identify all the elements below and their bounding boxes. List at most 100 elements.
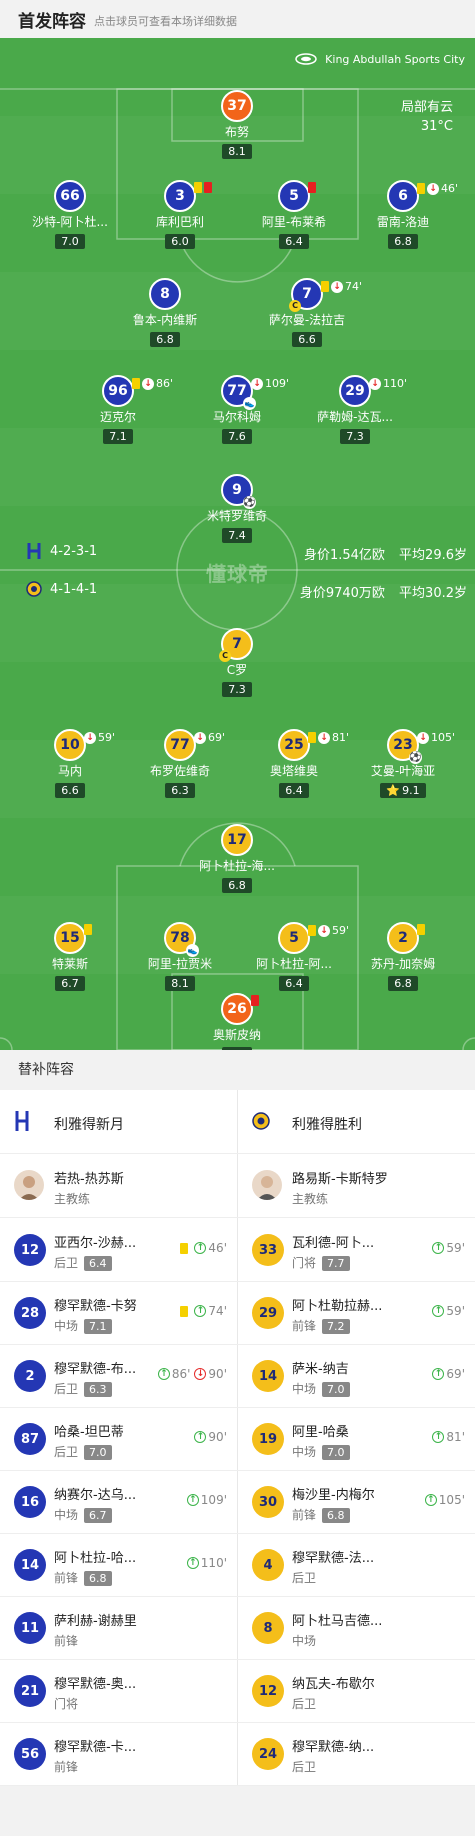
player-rating: ⭐ 9.1 bbox=[380, 783, 426, 798]
player-name: 穆罕默德-法... bbox=[292, 1551, 375, 1566]
player-number: 78 👟 bbox=[164, 922, 199, 957]
player-home[interactable]: 37 布努 8.1 bbox=[177, 90, 297, 159]
bench-player-away[interactable]: 8 阿卜杜马吉德... 中场 bbox=[238, 1596, 475, 1660]
bench-player-home[interactable]: 87 哈桑-坦巴蒂 后卫 7.0 ↑ 90' bbox=[0, 1407, 237, 1471]
bench-player-home[interactable]: 2 穆罕默德-布... 后卫 6.3 ↑ 86' ↓ 90' bbox=[0, 1344, 237, 1408]
bench-player-home[interactable]: 56 穆罕默德-卡... 前锋 bbox=[0, 1722, 237, 1786]
player-events bbox=[417, 924, 427, 935]
player-rating: 6.6 bbox=[55, 783, 85, 798]
player-away[interactable]: 5 ↓ 59' 阿卜杜拉-阿... 6.4 bbox=[234, 922, 354, 991]
player-events: ↑ 86' ↓ 90' bbox=[154, 1367, 227, 1381]
event: ↑ 81' bbox=[432, 1430, 465, 1444]
home-coach-name: 若热-热苏斯 bbox=[54, 1172, 124, 1187]
player-home[interactable]: 9 ⚽ 米特罗维奇 7.4 bbox=[177, 474, 297, 543]
player-rating: 8.1 bbox=[222, 144, 252, 159]
player-rating: 6.3 bbox=[84, 1382, 112, 1397]
player-position: 前锋 7.2 bbox=[292, 1317, 350, 1334]
player-name: 雷南-洛迪 bbox=[376, 215, 430, 229]
bench-player-home[interactable]: 14 阿卜杜拉-哈... 前锋 6.8 ↑ 110' bbox=[0, 1533, 237, 1597]
event bbox=[180, 1305, 190, 1317]
player-home[interactable]: 3 库利巴利 6.0 bbox=[120, 180, 240, 249]
player-away[interactable]: 77 ↓ 69' 布罗佐维奇 6.3 bbox=[120, 729, 240, 798]
home-team-info: 4-2-3-1 身价1.54亿欧 平均29.6岁 bbox=[0, 540, 475, 564]
bench-row: 11 萨利赫-谢赫里 前锋 8 阿卜杜马吉德... 中场 bbox=[0, 1596, 475, 1660]
player-away[interactable]: 7 C C罗 7.3 bbox=[177, 628, 297, 697]
home-team-header[interactable]: 利雅得新月 bbox=[0, 1090, 237, 1154]
player-name: 奥塔维奥 bbox=[269, 764, 318, 778]
sub-in-icon: ↑ bbox=[194, 1305, 207, 1317]
event-time: 109' bbox=[200, 1493, 227, 1507]
player-home[interactable]: 29 ↓ 110' 萨勒姆-达瓦... 7.3 bbox=[295, 375, 415, 444]
player-home[interactable]: 8 鲁本-内维斯 6.8 bbox=[105, 278, 225, 347]
player-away[interactable]: 23 ⚽ ↓ 105' 艾曼-叶海亚 ⭐ 9.1 bbox=[343, 729, 463, 798]
bench-player-home[interactable]: 21 穆罕默德-奥... 门将 bbox=[0, 1659, 237, 1723]
event: ↑ 109' bbox=[186, 1493, 227, 1507]
sub-in-icon: ↑ bbox=[194, 1242, 207, 1254]
player-number: 4 bbox=[252, 1549, 284, 1581]
player-number: 56 bbox=[14, 1738, 46, 1770]
position-text: 后卫 bbox=[54, 1256, 79, 1270]
away-team-header[interactable]: 利雅得胜利 bbox=[238, 1090, 475, 1154]
stadium-icon bbox=[295, 53, 317, 65]
player-events bbox=[251, 995, 261, 1006]
bench-player-away[interactable]: 4 穆罕默德-法... 后卫 bbox=[238, 1533, 475, 1597]
rating-value: 7.1 bbox=[109, 430, 127, 443]
player-away[interactable]: 26奥斯皮纳5.4 bbox=[177, 993, 297, 1050]
player-number: 7C bbox=[219, 628, 253, 662]
away-coach[interactable]: 路易斯-卡斯特罗 主教练 bbox=[238, 1154, 475, 1218]
event: ↑ 86' bbox=[157, 1367, 190, 1381]
bench-player-away[interactable]: 19 阿里-哈桑 中场 7.0 ↑ 81' bbox=[238, 1407, 475, 1471]
player-position: 门将 bbox=[54, 1695, 78, 1712]
player-away[interactable]: 2 苏丹-加奈姆 6.8 bbox=[343, 922, 463, 991]
player-home[interactable]: 7 C ↓ 74' 萨尔曼-法拉吉 6.6 bbox=[247, 278, 367, 347]
player-home[interactable]: 66 沙特-阿卜杜... 7.0 bbox=[10, 180, 130, 249]
player-number: 17 bbox=[221, 824, 253, 856]
bench-player-home[interactable]: 11 萨利赫-谢赫里 前锋 bbox=[0, 1596, 237, 1660]
player-number: 37 bbox=[221, 90, 253, 122]
player-away[interactable]: 17 阿卜杜拉-海... 6.8 bbox=[177, 824, 297, 893]
sub-in-icon: ↑ bbox=[157, 1368, 170, 1380]
player-away[interactable]: 10 ↓ 59' 马内 6.6 bbox=[10, 729, 130, 798]
player-name: 穆罕默德-纳... bbox=[292, 1740, 375, 1755]
bench-player-home[interactable]: 12 亚西尔-沙赫... 后卫 6.4 ↑ 46' bbox=[0, 1218, 237, 1282]
home-coach[interactable]: 若热-热苏斯 主教练 bbox=[0, 1154, 237, 1218]
sub-out-time: 59' bbox=[98, 731, 116, 744]
player-home[interactable]: 96 ↓ 86' 迈克尔 7.1 bbox=[58, 375, 178, 444]
star-icon: ⭐ bbox=[386, 784, 401, 797]
player-away[interactable]: 78 👟 阿里-拉贾米 8.1 bbox=[120, 922, 240, 991]
red-card-icon bbox=[308, 182, 316, 193]
player-away[interactable]: 25 ↓ 81' 奥塔维奥 6.4 bbox=[234, 729, 354, 798]
bench-player-away[interactable]: 33 瓦利德-阿卜... 门将 7.7 ↑ 59' bbox=[238, 1218, 475, 1282]
player-rating: 7.3 bbox=[222, 682, 252, 697]
position-text: 前锋 bbox=[54, 1634, 79, 1648]
player-name: 穆罕默德-卡... bbox=[54, 1740, 137, 1755]
bench-player-away[interactable]: 24 穆罕默德-纳... 后卫 bbox=[238, 1722, 475, 1786]
bench-player-away[interactable]: 14 萨米-纳吉 中场 7.0 ↑ 69' bbox=[238, 1344, 475, 1408]
bench-player-away[interactable]: 29 阿卜杜勒拉赫... 前锋 7.2 ↑ 59' bbox=[238, 1281, 475, 1345]
player-rating: 7.6 bbox=[222, 429, 252, 444]
away-team-value: 身价9740万欧 bbox=[299, 586, 385, 601]
player-number: 10 bbox=[54, 729, 86, 761]
player-away[interactable]: 15 特莱斯 6.7 bbox=[10, 922, 130, 991]
rating-value: 6.8 bbox=[394, 977, 412, 990]
football-icon: ⚽ bbox=[243, 496, 256, 509]
player-home[interactable]: 6 ↓ 46' 雷南-洛迪 6.8 bbox=[343, 180, 463, 249]
player-home[interactable]: 5 阿里-布莱希 6.4 bbox=[234, 180, 354, 249]
player-name: 阿里-布莱希 bbox=[261, 215, 327, 229]
player-events: ↑ 69' bbox=[428, 1367, 465, 1381]
sub-in-icon: ↑ bbox=[186, 1494, 199, 1506]
rating-value: 6.6 bbox=[61, 784, 79, 797]
bench-row: 16 纳赛尔-达乌... 中场 6.7 ↑ 109' 30 梅沙里-内梅尔 前锋 6.8 ↑ 105' bbox=[0, 1470, 475, 1534]
sub-out-time: 69' bbox=[208, 731, 226, 744]
bench-player-home[interactable]: 16 纳赛尔-达乌... 中场 6.7 ↑ 109' bbox=[0, 1470, 237, 1534]
bench-player-home[interactable]: 28 穆罕默德-卡努 中场 7.1 ↑ 74' bbox=[0, 1281, 237, 1345]
player-position: 中场 7.0 bbox=[292, 1380, 350, 1397]
page-subtitle: 点击球员可查看本场详细数据 bbox=[94, 14, 237, 28]
lineup-header: 首发阵容 点击球员可查看本场详细数据 bbox=[0, 0, 475, 38]
bench-title: 替补阵容 bbox=[0, 1050, 475, 1090]
rating-value: 7.4 bbox=[228, 529, 246, 542]
away-formation: 4-1-4-1 bbox=[50, 582, 98, 597]
bench-player-away[interactable]: 12 纳瓦夫-布歇尔 后卫 bbox=[238, 1659, 475, 1723]
bench-player-away[interactable]: 30 梅沙里-内梅尔 前锋 6.8 ↑ 105' bbox=[238, 1470, 475, 1534]
player-home[interactable]: 77 👟 ↓ 109' 马尔科姆 7.6 bbox=[177, 375, 297, 444]
